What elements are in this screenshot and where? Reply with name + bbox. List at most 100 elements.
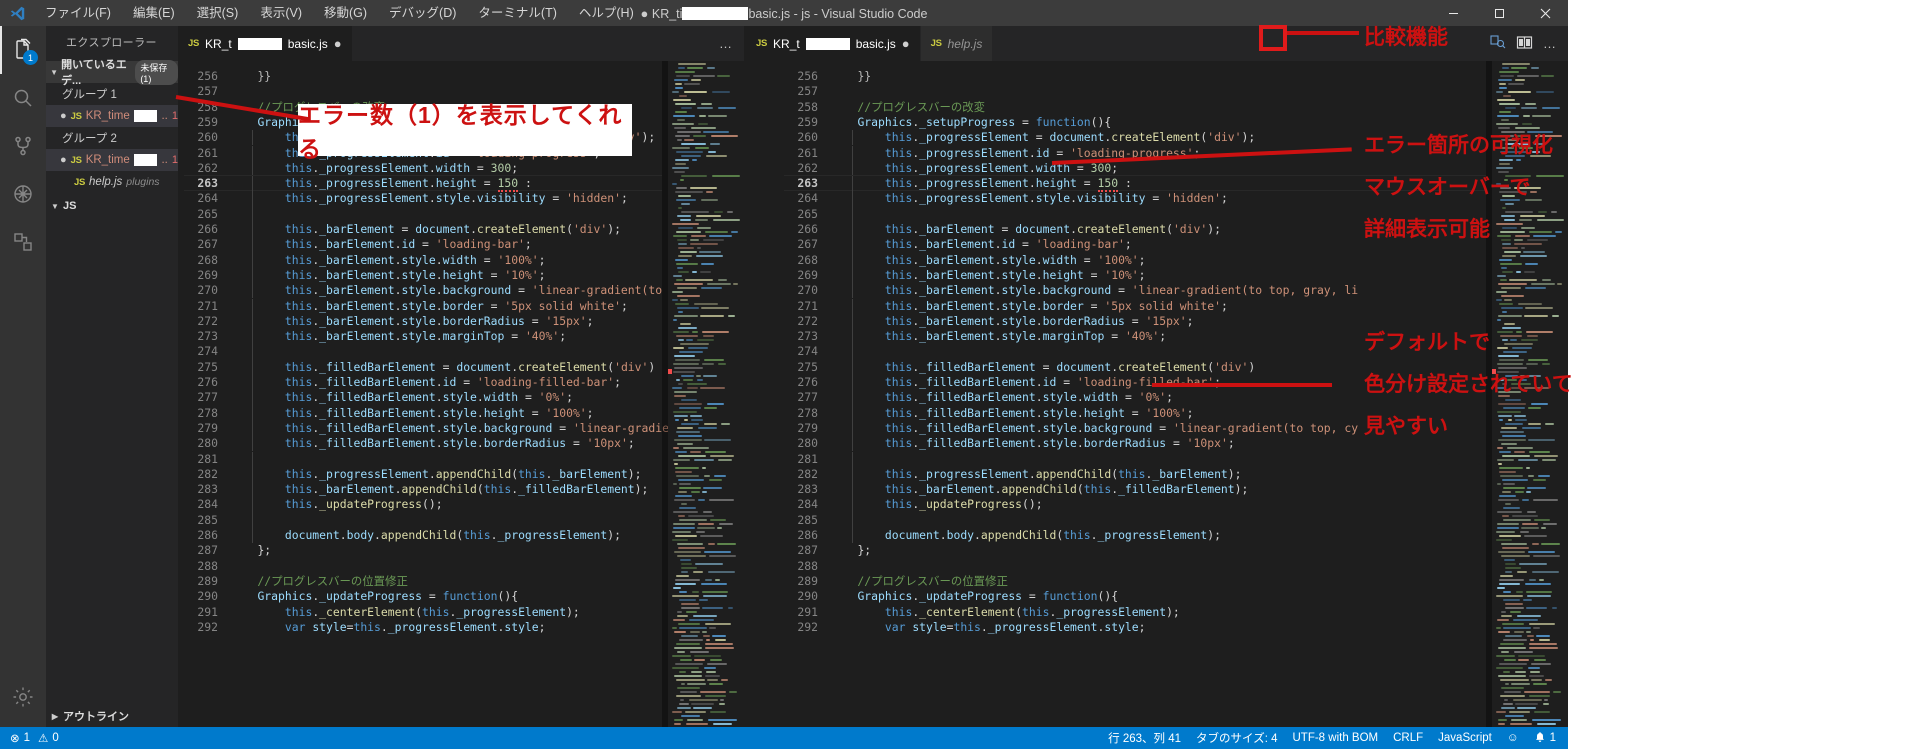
- code-line[interactable]: }}: [230, 69, 271, 84]
- code-line[interactable]: this._filledBarElement = document.create…: [830, 360, 1255, 375]
- status-feedback-smiley-icon[interactable]: ☺: [1507, 732, 1519, 744]
- code-line[interactable]: //プログレスバーの改変: [830, 100, 985, 115]
- code-line[interactable]: this._filledBarElement = document.create…: [230, 360, 655, 375]
- more-actions-icon[interactable]: …: [719, 36, 732, 51]
- code-line[interactable]: document.body.appendChild(this._progress…: [830, 528, 1221, 543]
- explorer-icon[interactable]: 1: [0, 26, 46, 74]
- code-line[interactable]: //プログレスバーの位置修正: [230, 574, 407, 589]
- status-notifications[interactable]: 1: [1534, 731, 1556, 746]
- code-line[interactable]: this._barElement.id = 'loading-bar';: [830, 237, 1132, 252]
- menu-item-6[interactable]: ターミナル(T): [467, 0, 567, 26]
- code-line[interactable]: this._barElement = document.createElemen…: [830, 222, 1221, 237]
- outline-section-header[interactable]: ▶ アウトライン: [46, 705, 178, 727]
- code-line[interactable]: this._filledBarElement.style.height = '1…: [830, 406, 1194, 421]
- code-line[interactable]: this._progressElement.appendChild(this._…: [830, 467, 1242, 482]
- code-line[interactable]: this._updateProgress();: [830, 497, 1043, 512]
- code-line[interactable]: this._barElement = document.createElemen…: [230, 222, 621, 237]
- code-line[interactable]: //プログレスバーの位置修正: [830, 574, 1007, 589]
- code-line[interactable]: this._filledBarElement.style.borderRadiu…: [830, 436, 1235, 451]
- code-line[interactable]: this._barElement.appendChild(this._fille…: [830, 482, 1249, 497]
- code-line[interactable]: document.body.appendChild(this._progress…: [230, 528, 621, 543]
- code-line[interactable]: };: [830, 543, 871, 558]
- code-line[interactable]: this._progressElement.height = 150 :: [830, 176, 1132, 193]
- status-eol[interactable]: CRLF: [1393, 732, 1423, 744]
- run-debug-icon[interactable]: [0, 170, 46, 218]
- window-controls[interactable]: [1430, 0, 1568, 26]
- code-line[interactable]: Graphics._setupProgress = function(){: [830, 115, 1111, 130]
- open-changes-icon[interactable]: [1490, 34, 1506, 53]
- menu-item-5[interactable]: デバッグ(D): [378, 0, 467, 26]
- menu-item-1[interactable]: 編集(E): [122, 0, 186, 26]
- code-line[interactable]: this._barElement.appendChild(this._fille…: [230, 482, 649, 497]
- source-control-icon[interactable]: [0, 122, 46, 170]
- line-number: 269: [197, 267, 218, 282]
- code-line[interactable]: this._filledBarElement.style.width = '0%…: [830, 390, 1173, 405]
- status-language-mode[interactable]: JavaScript: [1438, 732, 1492, 744]
- code-line[interactable]: this._barElement.style.height = '10%';: [230, 268, 546, 283]
- settings-gear-icon[interactable]: [0, 673, 46, 721]
- code-line[interactable]: Graphics._updateProgress = function(){: [830, 589, 1118, 604]
- code-line[interactable]: this._barElement.id = 'loading-bar';: [230, 237, 532, 252]
- more-actions-icon[interactable]: …: [1543, 36, 1556, 51]
- menu-item-7[interactable]: ヘルプ(H): [568, 0, 645, 26]
- code-line[interactable]: this._filledBarElement.style.height = '1…: [230, 406, 594, 421]
- status-tab-size[interactable]: タブのサイズ: 4: [1196, 730, 1277, 746]
- code-line[interactable]: this._progressElement.height = 150 :: [230, 176, 532, 193]
- code-line[interactable]: this._centerElement(this._progressElemen…: [230, 605, 580, 620]
- code-line[interactable]: this._centerElement(this._progressElemen…: [830, 605, 1180, 620]
- code-line[interactable]: this._filledBarElement.style.borderRadiu…: [230, 436, 635, 451]
- menu-item-2[interactable]: 選択(S): [186, 0, 250, 26]
- menu-item-4[interactable]: 移動(G): [313, 0, 378, 26]
- open-editor-item-2[interactable]: ● JS KR_time.. 1: [46, 149, 178, 171]
- code-line[interactable]: var style=this._progressElement.style;: [830, 620, 1146, 635]
- close-button[interactable]: [1522, 0, 1568, 26]
- open-editor-item-3[interactable]: JS help.js plugins: [46, 171, 178, 193]
- code-line[interactable]: this._barElement.style.marginTop = '40%'…: [230, 329, 566, 344]
- code-line[interactable]: Graphics._updateProgress = function(){: [230, 589, 518, 604]
- status-encoding[interactable]: UTF-8 with BOM: [1293, 732, 1379, 744]
- editor-group-1-label[interactable]: グループ 1: [46, 83, 178, 105]
- code-line[interactable]: this._barElement.style.border = '5px sol…: [830, 299, 1228, 314]
- menu-bar[interactable]: ファイル(F) 編集(E) 選択(S) 表示(V) 移動(G) デバッグ(D) ターミナル(…: [34, 0, 645, 26]
- code-line[interactable]: this._barElement.style.borderRadius = '1…: [830, 314, 1194, 329]
- minimap-line: [1542, 459, 1556, 461]
- minimap-left[interactable]: [668, 61, 744, 727]
- code-line[interactable]: this._progressElement.appendChild(this._…: [230, 467, 642, 482]
- folder-section-header[interactable]: ▼ JS: [46, 195, 178, 217]
- code-line[interactable]: this._barElement.style.border = '5px sol…: [230, 299, 628, 314]
- search-icon[interactable]: [0, 74, 46, 122]
- tab-actions-left[interactable]: …: [719, 26, 744, 61]
- code-line[interactable]: this._barElement.style.width = '100%';: [830, 253, 1146, 268]
- menu-item-3[interactable]: 表示(V): [249, 0, 313, 26]
- code-line[interactable]: this._progressElement.style.visibility =…: [230, 191, 628, 206]
- status-problems[interactable]: ⊗ 1 ⚠ 0: [10, 731, 59, 745]
- code-line[interactable]: this._barElement.style.borderRadius = '1…: [230, 314, 594, 329]
- code-line[interactable]: this._barElement.style.height = '10%';: [830, 268, 1146, 283]
- tab-kr-basic-right[interactable]: JS KR_t basic.js ●: [746, 26, 921, 61]
- split-editor-icon[interactable]: [1516, 34, 1533, 54]
- code-line[interactable]: var style=this._progressElement.style;: [230, 620, 546, 635]
- extensions-icon[interactable]: [0, 218, 46, 266]
- code-line[interactable]: this._barElement.style.width = '100%';: [230, 253, 546, 268]
- code-line[interactable]: this._filledBarElement.id = 'loading-fil…: [230, 375, 621, 390]
- minimap-line: [697, 339, 714, 341]
- editor-group-2-label[interactable]: グループ 2: [46, 127, 178, 149]
- menu-item-0[interactable]: ファイル(F): [34, 0, 122, 26]
- tab-kr-basic-left[interactable]: JS KR_t basic.js ●: [178, 26, 353, 61]
- maximize-button[interactable]: [1476, 0, 1522, 26]
- status-cursor-position[interactable]: 行 263、列 41: [1108, 730, 1181, 746]
- code-line[interactable]: this._filledBarElement.style.background …: [830, 421, 1358, 436]
- code-line[interactable]: this._progressElement = document.createE…: [830, 130, 1255, 145]
- code-line[interactable]: this._updateProgress();: [230, 497, 443, 512]
- open-editors-header[interactable]: ▼ 開いているエデ... 未保存 (1): [46, 59, 178, 87]
- activity-bar[interactable]: 1: [0, 26, 46, 727]
- code-line[interactable]: this._progressElement.style.visibility =…: [830, 191, 1228, 206]
- tab-help-js[interactable]: JS help.js: [920, 26, 994, 61]
- code-line[interactable]: }}: [830, 69, 871, 84]
- code-line[interactable]: };: [230, 543, 271, 558]
- code-line[interactable]: this._barElement.style.background = 'lin…: [830, 283, 1358, 298]
- tab-actions-right[interactable]: …: [1490, 26, 1568, 61]
- open-editor-item-1[interactable]: ● JS KR_time.. 1: [46, 105, 178, 127]
- code-line[interactable]: this._filledBarElement.style.width = '0%…: [230, 390, 573, 405]
- code-line[interactable]: this._barElement.style.marginTop = '40%'…: [830, 329, 1166, 344]
